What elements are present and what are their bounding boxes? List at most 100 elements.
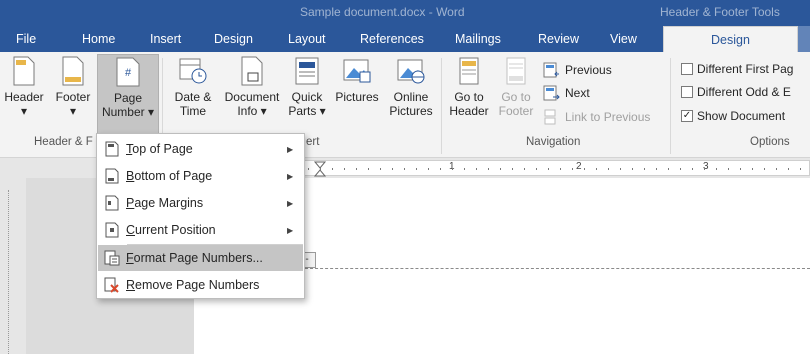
show-document-text-option[interactable]: ✓ Show Document xyxy=(681,109,785,123)
ruler-tick xyxy=(416,168,417,170)
ruler-tick xyxy=(380,168,381,170)
tab-insert[interactable]: Insert xyxy=(150,26,181,52)
header-button[interactable]: Header ▾ xyxy=(0,56,48,118)
page-bottom-icon xyxy=(105,168,119,184)
next-icon xyxy=(543,85,560,101)
go-to-footer-label-1: Go to xyxy=(501,90,531,104)
menu-item-label: Page Margins xyxy=(126,196,204,210)
ruler-tick xyxy=(428,168,429,170)
quick-parts-label-2: Parts ▾ xyxy=(288,104,326,118)
ruler-tick xyxy=(512,168,513,170)
tab-references[interactable]: References xyxy=(360,26,424,52)
pictures-button[interactable]: Pictures xyxy=(331,56,383,104)
menu-item-label: Format Page Numbers... xyxy=(126,251,263,265)
online-pictures-button[interactable]: Online Pictures xyxy=(385,56,437,118)
page-margins-icon xyxy=(105,195,119,211)
ruler-tick xyxy=(308,168,309,170)
next-label: Next xyxy=(565,86,590,100)
ruler-tick xyxy=(692,168,693,170)
ruler-tick xyxy=(404,168,405,170)
ruler-tick xyxy=(584,168,585,170)
go-to-header-button[interactable]: Go to Header xyxy=(446,56,492,118)
submenu-arrow-icon: ▶ xyxy=(287,171,294,181)
previous-button[interactable]: Previous xyxy=(543,62,612,78)
link-to-previous-label: Link to Previous xyxy=(565,110,651,124)
menu-item-current-position[interactable]: Current Position ▶ xyxy=(98,217,303,243)
different-odd-even-label: Different Odd & E xyxy=(697,85,791,99)
link-icon xyxy=(544,109,556,125)
ruler-number: 2 xyxy=(576,161,582,172)
document-info-label-1: Document xyxy=(224,90,280,104)
ribbon-tabs: File Home Insert Design Layout Reference… xyxy=(0,26,810,52)
remove-page-numbers-icon xyxy=(104,277,119,293)
tab-review[interactable]: Review xyxy=(538,26,579,52)
pictures-label: Pictures xyxy=(335,90,379,104)
tab-hf-design[interactable]: Design xyxy=(663,26,798,52)
footer-label: Footer xyxy=(55,90,91,104)
date-time-button[interactable]: Date & Time xyxy=(170,56,216,118)
quick-parts-icon xyxy=(295,57,319,85)
menu-item-remove-page-numbers[interactable]: Remove Page Numbers xyxy=(98,272,303,298)
menu-item-label: Bottom of Page xyxy=(126,169,213,183)
group-separator xyxy=(441,58,442,154)
tab-design[interactable]: Design xyxy=(214,26,253,52)
page-number-icon: # xyxy=(116,57,140,87)
ruler-tick xyxy=(500,168,501,170)
menu-item-page-margins[interactable]: Page Margins ▶ xyxy=(98,190,303,216)
page-number-menu: Top of Page ▶ Bottom of Page ▶ Page Marg… xyxy=(96,133,305,299)
online-pictures-label-2: Pictures xyxy=(389,104,433,118)
ruler-tick xyxy=(560,168,561,170)
show-document-text-checkbox[interactable]: ✓ xyxy=(681,110,693,122)
ruler-tick xyxy=(752,168,753,170)
footer-button[interactable]: Footer ▾ xyxy=(50,56,96,118)
document-info-icon xyxy=(241,56,263,86)
header-boundary-line xyxy=(300,268,810,269)
page-number-label-2: Number ▾ xyxy=(101,105,155,119)
menu-item-label: Top of Page xyxy=(126,142,193,156)
calendar-clock-icon xyxy=(179,58,207,84)
different-first-page-checkbox[interactable] xyxy=(681,63,693,75)
ruler-tick xyxy=(572,168,573,170)
quick-parts-button[interactable]: Quick Parts ▾ xyxy=(287,56,327,118)
ruler-tick xyxy=(656,168,657,170)
ruler-tick xyxy=(716,168,717,170)
tab-view[interactable]: View xyxy=(610,26,637,52)
group-separator xyxy=(670,58,671,154)
ruler-tick xyxy=(608,168,609,170)
ruler-tick xyxy=(668,168,669,170)
page-number-button[interactable]: # Page Number ▾ xyxy=(97,54,159,136)
vertical-ruler xyxy=(8,190,22,354)
window-title: Sample document.docx - Word xyxy=(300,5,465,19)
previous-icon xyxy=(543,62,559,78)
next-button[interactable]: Next xyxy=(543,85,590,101)
tab-file[interactable]: File xyxy=(16,26,36,52)
tab-mailings[interactable]: Mailings xyxy=(455,26,501,52)
different-odd-even-checkbox[interactable] xyxy=(681,86,693,98)
ruler-tick xyxy=(728,168,729,170)
menu-item-format-page-numbers[interactable]: Format Page Numbers... xyxy=(98,245,303,271)
show-document-text-label: Show Document xyxy=(697,109,786,123)
ruler-tick xyxy=(452,168,453,170)
ruler-tick xyxy=(800,168,801,170)
current-position-icon xyxy=(105,222,119,238)
ruler-tick xyxy=(344,168,345,170)
ruler-tick xyxy=(368,168,369,170)
group-insert-label: ert xyxy=(306,136,320,148)
header-label: Header xyxy=(4,90,44,104)
different-first-page-option[interactable]: Different First Pag xyxy=(681,62,793,76)
submenu-arrow-icon: ▶ xyxy=(287,198,294,208)
submenu-arrow-icon: ▶ xyxy=(287,225,294,235)
tab-layout[interactable]: Layout xyxy=(288,26,326,52)
ruler-tick xyxy=(788,168,789,170)
document-info-button[interactable]: Document Info ▾ xyxy=(219,56,285,118)
ruler-tick xyxy=(680,168,681,170)
format-page-numbers-icon xyxy=(104,250,120,266)
link-to-previous-button[interactable]: Link to Previous xyxy=(543,109,650,125)
different-odd-even-option[interactable]: Different Odd & E xyxy=(681,85,791,99)
online-pictures-icon xyxy=(397,59,425,84)
ruler-tick xyxy=(440,168,441,170)
go-to-footer-button[interactable]: Go to Footer xyxy=(494,56,538,118)
menu-item-bottom-of-page[interactable]: Bottom of Page ▶ xyxy=(98,163,303,189)
menu-item-top-of-page[interactable]: Top of Page ▶ xyxy=(98,136,303,162)
tab-home[interactable]: Home xyxy=(82,26,115,52)
